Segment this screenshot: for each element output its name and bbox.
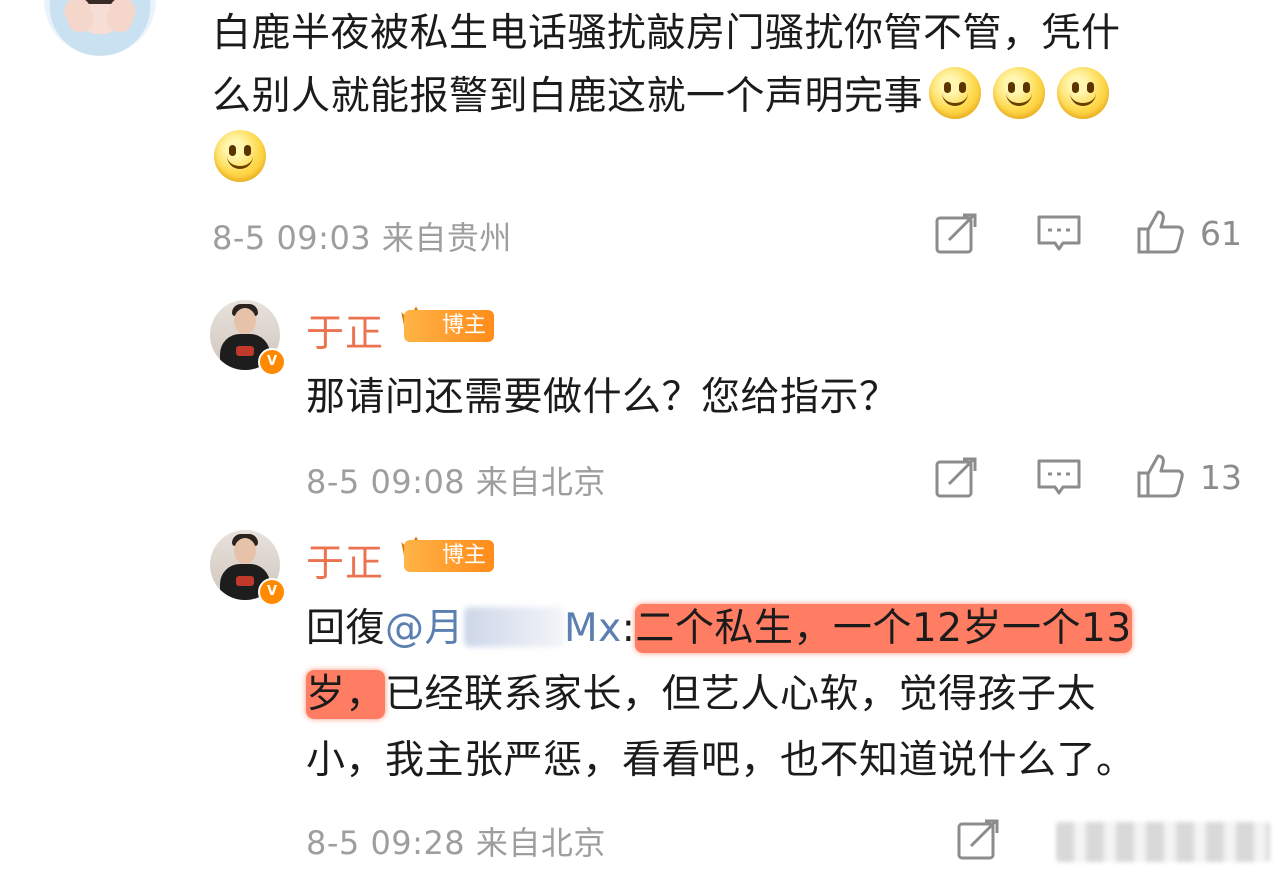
reply2-line2: 已经联系家长，但艺人心软，觉得孩子太 xyxy=(385,672,1097,717)
mention-end: Mx xyxy=(564,606,622,651)
reply2-text: 回復@月 Mx:二个私生，一个12岁一个13 岁，已经联系家长，但艺人心软，觉得孩… xyxy=(306,596,1276,794)
reply1-meta: 8-5 09:08 来自北京 xyxy=(306,457,606,503)
author-name[interactable]: 于正 xyxy=(306,532,384,587)
comment-text-line2: 么别人就能报警到白鹿这就一个声明完事 xyxy=(212,74,924,119)
highlight-segment-1: 二个私生，一个12岁一个13 xyxy=(635,604,1132,653)
reply2-meta: 8-5 09:28 来自北京 xyxy=(306,818,606,864)
highlight-segment-2: 岁， xyxy=(306,670,386,719)
comment-text-line1: 白鹿半夜被私生电话骚扰敲房门骚扰你管不管，凭什 xyxy=(212,11,1121,56)
verified-icon: V xyxy=(258,578,286,606)
watermark-blur xyxy=(1056,822,1270,862)
comment-text: 白鹿半夜被私生电话骚扰敲房门骚扰你管不管，凭什 么别人就能报警到白鹿这就一个声明… xyxy=(212,2,1272,191)
author-name[interactable]: 于正 xyxy=(306,302,384,357)
blogger-badge: 博主 xyxy=(404,310,495,342)
smile-emoji-icon xyxy=(214,130,266,182)
reply1-location: 来自北京 xyxy=(475,463,606,501)
comment-timestamp: 8-5 09:03 xyxy=(212,219,372,257)
comment-location: 来自贵州 xyxy=(381,219,512,257)
mention-link[interactable]: @月 Mx xyxy=(385,606,622,651)
commenter-avatar[interactable] xyxy=(44,0,156,56)
smile-emoji-icon xyxy=(993,67,1046,119)
mention-blur xyxy=(464,607,565,647)
share-icon[interactable] xyxy=(934,456,980,500)
reply2-timestamp: 8-5 09:28 xyxy=(306,824,466,862)
comment-icon[interactable] xyxy=(1036,212,1082,256)
mention-start: @月 xyxy=(385,606,465,651)
like-icon[interactable] xyxy=(1136,208,1186,256)
reply-colon: : xyxy=(621,606,636,651)
smile-emoji-icon xyxy=(1057,67,1110,119)
share-icon[interactable] xyxy=(956,818,1002,862)
like-count: 61 xyxy=(1200,214,1242,253)
like-count: 13 xyxy=(1200,458,1242,497)
verified-icon: V xyxy=(258,348,286,376)
reply-prefix: 回復 xyxy=(306,606,386,651)
comment-icon[interactable] xyxy=(1036,456,1082,500)
reply1-timestamp: 8-5 09:08 xyxy=(306,463,466,501)
like-icon[interactable] xyxy=(1136,452,1186,500)
smile-emoji-icon xyxy=(929,67,982,119)
comment-meta: 8-5 09:03 来自贵州 xyxy=(212,213,512,259)
reply2-location: 来自北京 xyxy=(475,824,606,862)
share-icon[interactable] xyxy=(934,212,980,256)
reply1-text: 那请问还需要做什么？您给指示？ xyxy=(306,375,899,420)
blogger-badge: 博主 xyxy=(404,540,495,572)
reply2-line3: 小，我主张严惩，看看吧，也不知道说什么了。 xyxy=(306,738,1136,783)
